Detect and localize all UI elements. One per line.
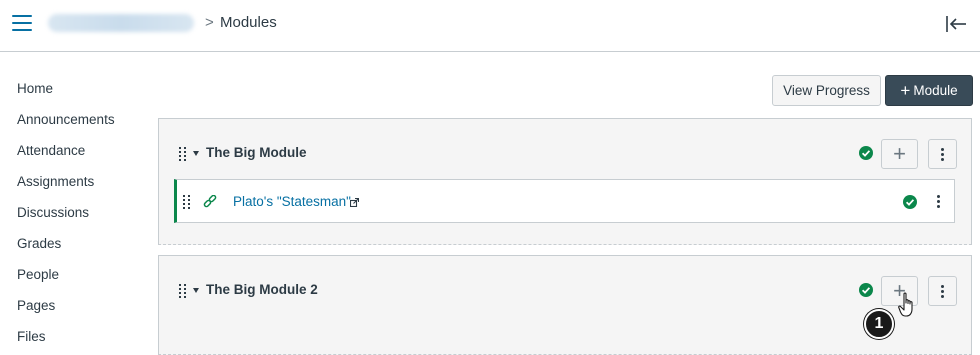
add-item-button[interactable]: + xyxy=(881,139,918,169)
sidebar-item-assignments[interactable]: Assignments xyxy=(0,163,150,194)
sidebar-item-files[interactable]: Files xyxy=(0,318,150,349)
hamburger-menu-icon[interactable] xyxy=(12,15,32,31)
module-header[interactable]: The Big Module 2 + xyxy=(159,256,971,324)
external-link-icon xyxy=(350,198,359,207)
collapse-left-icon[interactable] xyxy=(944,14,968,34)
drag-handle-icon[interactable] xyxy=(183,195,191,209)
sidebar-item-discussions[interactable]: Discussions xyxy=(0,194,150,225)
module-title[interactable]: The Big Module 2 xyxy=(206,282,318,297)
sidebar-item-grades[interactable]: Grades xyxy=(0,225,150,256)
module-header[interactable]: The Big Module + xyxy=(159,119,971,187)
kebab-menu-icon xyxy=(941,285,944,298)
drag-handle-icon[interactable] xyxy=(179,284,187,298)
kebab-menu-icon xyxy=(941,148,944,161)
sidebar-item-home[interactable]: Home xyxy=(0,70,150,101)
breadcrumb-separator: > xyxy=(205,14,214,31)
plus-icon: + xyxy=(893,278,906,303)
drag-handle-icon[interactable] xyxy=(179,147,187,161)
add-module-button[interactable]: + Module xyxy=(885,75,973,106)
module-title[interactable]: The Big Module xyxy=(206,145,307,160)
module-container: The Big Module 2 + xyxy=(158,255,972,355)
sidebar-item-announcements[interactable]: Announcements xyxy=(0,101,150,132)
sidebar-item-attendance[interactable]: Attendance xyxy=(0,132,150,163)
module-container: The Big Module + Plato's "Statesman" xyxy=(158,118,972,245)
plus-icon: + xyxy=(900,81,911,100)
sidebar-item-pages[interactable]: Pages xyxy=(0,287,150,318)
breadcrumb-course-link[interactable] xyxy=(48,14,194,32)
collapse-caret-icon[interactable] xyxy=(193,288,199,293)
sidebar-item-people[interactable]: People xyxy=(0,256,150,287)
add-item-button[interactable]: + xyxy=(881,276,918,306)
item-options-button[interactable] xyxy=(929,189,949,213)
kebab-menu-icon xyxy=(937,195,940,208)
step-number-badge: 1 xyxy=(864,309,894,339)
top-header: > Modules xyxy=(0,0,980,52)
published-check-icon[interactable] xyxy=(859,146,873,160)
published-check-icon[interactable] xyxy=(903,195,917,209)
module-item: Plato's "Statesman" xyxy=(174,179,955,223)
add-module-label: Module xyxy=(913,83,958,98)
plus-icon: + xyxy=(893,141,906,166)
module-item-title-link[interactable]: Plato's "Statesman" xyxy=(233,194,351,209)
published-check-icon[interactable] xyxy=(859,283,873,297)
view-progress-button[interactable]: View Progress xyxy=(772,75,881,106)
course-navigation: Home Announcements Attendance Assignment… xyxy=(0,70,150,349)
breadcrumb-current-page: Modules xyxy=(220,14,277,31)
module-options-button[interactable] xyxy=(928,276,957,306)
collapse-caret-icon[interactable] xyxy=(193,151,199,156)
link-icon xyxy=(203,195,217,208)
module-options-button[interactable] xyxy=(928,139,957,169)
